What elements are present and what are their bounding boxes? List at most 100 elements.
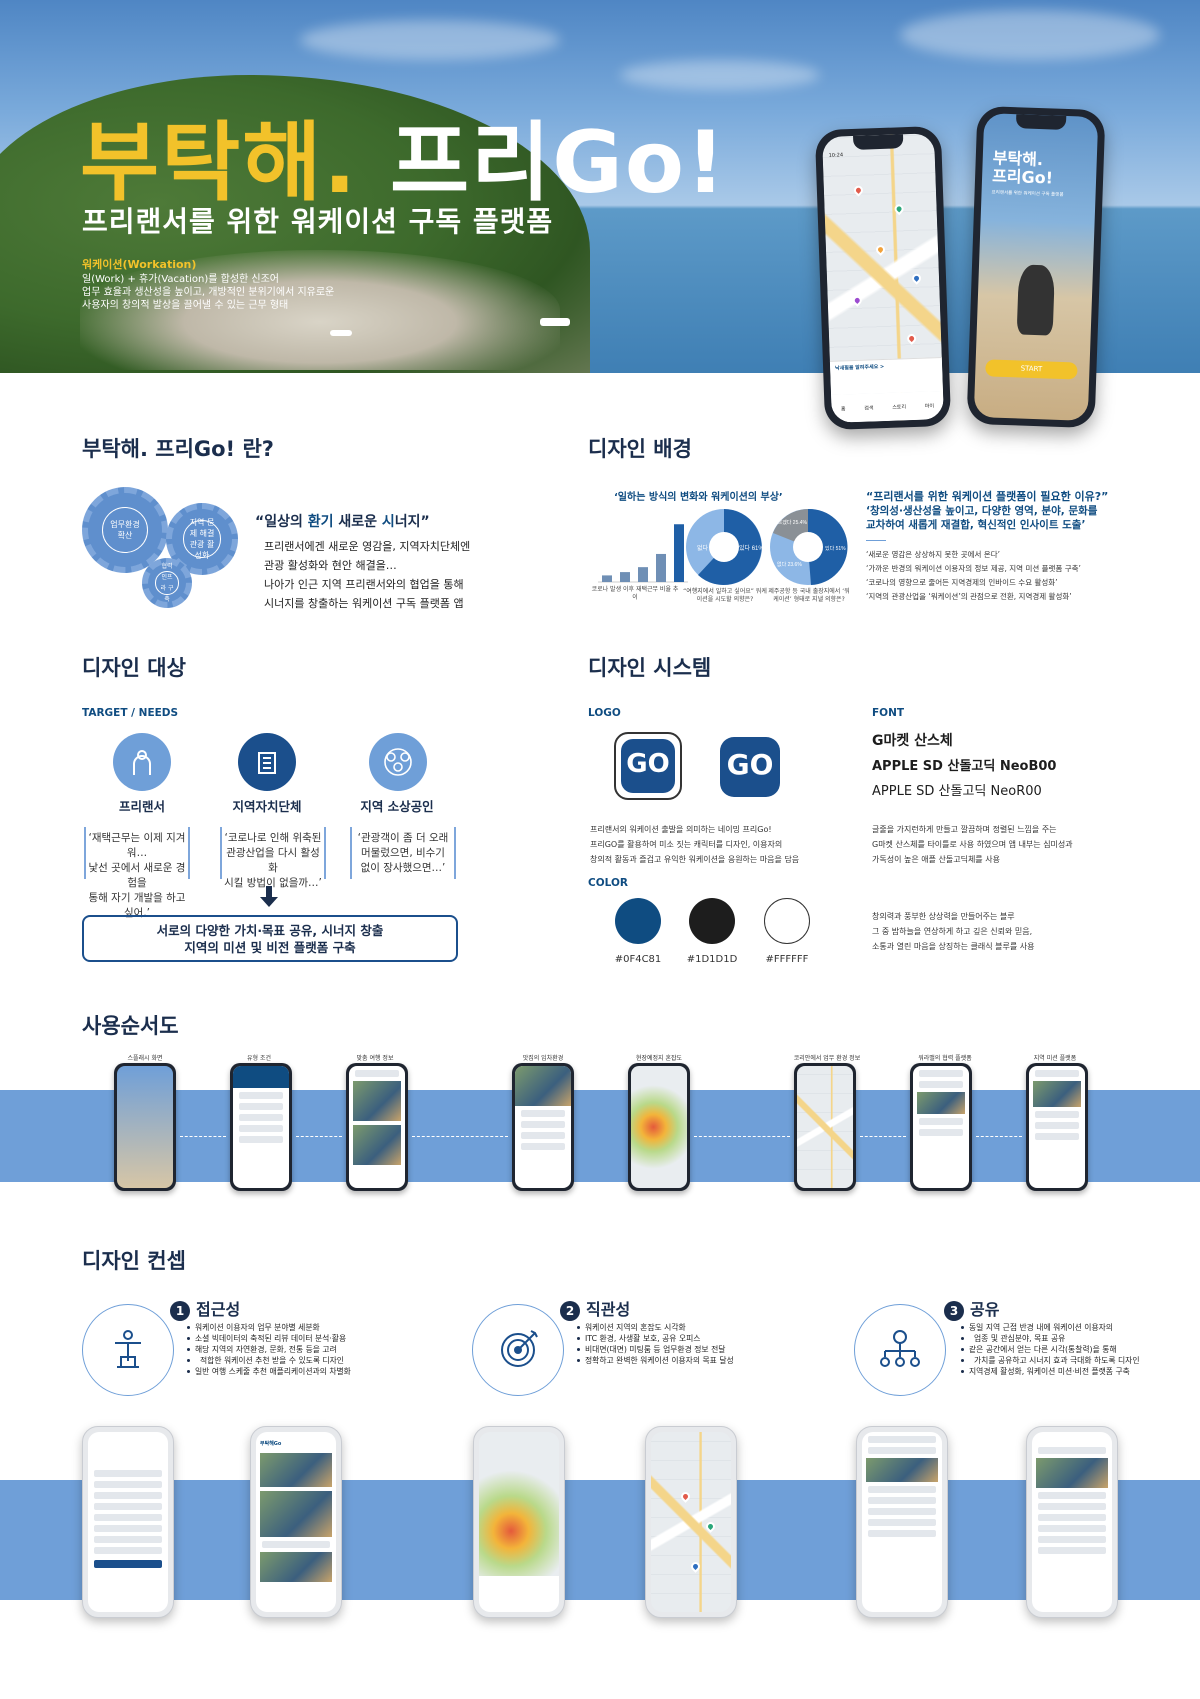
pie2-label: 없다 23.6%: [777, 561, 802, 568]
background-heading: 디자인 배경: [588, 437, 692, 461]
nav-home[interactable]: 홈: [841, 405, 846, 412]
merchants-icon: [369, 733, 427, 791]
concept-screen: 어떤 스타일의 워케이션을 계획하시나요?: [82, 1426, 174, 1618]
concept-band: [0, 1480, 1200, 1600]
flow-caption: 맛집의 임차환경: [522, 1055, 564, 1062]
chart-caption: 코로나 발생 이후 재택근무 비율 추이: [591, 586, 679, 601]
splash-title-2: 프리Go!: [991, 166, 1054, 188]
chart-bar: [638, 567, 648, 582]
font-sample-1: G마켓 산스체: [872, 733, 953, 749]
concept-bullets: 워케이션 지역의 혼잡도 시각화 ITC 환경, 사생활 보호, 공유 오피스 비대…: [576, 1322, 734, 1366]
flow-heading: 사용순서도: [82, 1014, 179, 1038]
needs-quote: ‘관광객이 좀 더 오래 머물렀으면, 비수기 없이 장사했으면…’: [350, 827, 456, 879]
flow-screen: [114, 1063, 176, 1191]
chart-caption: “여행지에서 일하고 싶어요” 워케이션을 시도할 의향은?: [683, 588, 767, 603]
flow-screen: [794, 1063, 856, 1191]
person-image: [1016, 264, 1056, 336]
color-hex: #0F4C81: [614, 954, 662, 965]
target-label: 지역 소상공인: [360, 799, 434, 814]
flow-screen: [512, 1063, 574, 1191]
needs-quote: ‘코로나로 인해 위축된 관광산업을 다시 활성화 시킬 방법이 없을까…’: [220, 827, 326, 889]
font-desc: 글줄을 가지런하게 만들고 깔끔하며 정렬된 느낌을 주는 G마켓 산스체를 타이…: [872, 825, 1073, 864]
flow-caption: 스플래시 화면: [127, 1055, 163, 1062]
pie1-label: 있다 61%: [739, 544, 764, 552]
hero-phone-splash: 부탁해. 프리Go! 프리랜서를 위한 워케이션 구독 플랫폼 START: [966, 105, 1106, 429]
concept-title: 2 직관성: [560, 1296, 630, 1321]
nav-search[interactable]: 검색: [864, 404, 873, 411]
pie2-label: 모르겠다 25.4%: [773, 519, 808, 526]
main-title: 부탁해. 프리Go!: [80, 92, 727, 217]
chart-caption: 제주공항 등 국내 출장지에서 ‘워케이션’ 형태로 지낼 의향은?: [768, 588, 850, 603]
concept-screen: 부탁해Go: [250, 1426, 342, 1618]
nav-my[interactable]: 마이: [925, 402, 934, 409]
pie2-label: 있다 51%: [825, 545, 846, 552]
logo-label: LOGO: [588, 707, 621, 719]
target-icon: [472, 1304, 564, 1396]
gear-label: 지역 문제 해결 관광 활성화: [183, 518, 221, 560]
color-swatch: [764, 898, 810, 944]
flow-screen: [910, 1063, 972, 1191]
background-chart-title: ‘일하는 방식의 변화와 워케이션의 부상’: [614, 492, 783, 503]
concept-screen: [645, 1426, 737, 1618]
pie-chart-1: 없다 39% 있다 61%: [686, 509, 764, 585]
title-yellow: 부탁해.: [80, 113, 359, 213]
chart-bar: [620, 572, 630, 582]
accessibility-icon: [82, 1304, 174, 1396]
concept-bullets: 동일 지역 근접 반경 내에 워케이션 이용자의 업종 및 관심분야, 목표 공유…: [960, 1322, 1140, 1377]
workation-line: 일(Work) + 휴가(Vacation)를 합성한 신조어: [82, 274, 279, 285]
color-hex: #FFFFFF: [765, 954, 809, 965]
arrow-down-icon: [260, 886, 278, 907]
workation-title: 워케이션(Workation): [82, 258, 197, 271]
map-screen: 10:24 낙새필을 알려주세요 > 홈 검색 스토리 마이: [822, 133, 944, 423]
map-bottom-title: 낙새필을 알려주세요 >: [835, 364, 885, 372]
chart-bar: [656, 553, 666, 582]
pie1-label: 없다 39%: [697, 544, 722, 552]
concept-screen: [856, 1426, 948, 1618]
about-quote: “일상의 환기 새로운 시너지”: [255, 514, 430, 530]
flow-caption: 지역 미션 플랫폼: [1033, 1055, 1077, 1062]
logo-desc: 프리랜서의 워케이션 출발을 의미하는 네이밍 프리Go! 프리GO를 활용하여 …: [590, 825, 800, 864]
reason-title: “프리랜서를 위한 워케이션 플랫폼이 필요한 이유?”: [866, 490, 1109, 503]
target-label: 지역자치단체: [232, 799, 302, 814]
flow-caption: 워라밸의 협력 플랫폼: [918, 1055, 972, 1062]
concept-title: 1 접근성: [170, 1296, 240, 1321]
flow-screen: [230, 1063, 292, 1191]
target-label: 프리랜서: [118, 799, 165, 814]
phone-time: 10:24: [828, 152, 844, 159]
color-swatch: [689, 898, 735, 944]
pie-chart-2: 모르겠다 25.4% 없다 23.6% 있다 51%: [770, 508, 848, 585]
concept-screen: 사용자 정보: [1026, 1426, 1118, 1618]
font-sample-3: APPLE SD 산돌고딕 NeoR00: [872, 784, 1042, 799]
flow-screen: [1026, 1063, 1088, 1191]
flow-screen: [628, 1063, 690, 1191]
concept-screen: [473, 1426, 565, 1618]
about-heading: 부탁해. 프리Go! 란?: [82, 437, 274, 461]
reason-sub: ‘창의성·생산성을 높이고, 다양한 영역, 분야, 문화를 교차하여 새롭게 재…: [866, 505, 1098, 531]
start-button[interactable]: START: [985, 359, 1078, 380]
nav-story[interactable]: 스토리: [892, 403, 906, 410]
target-result-box: 서로의 다양한 가치·목표 공유, 시너지 창출 지역의 미션 및 비전 플랫폼 …: [82, 915, 458, 962]
hero-phone-map: 10:24 낙새필을 알려주세요 > 홈 검색 스토리 마이: [814, 125, 952, 431]
concept-title: 3 공유: [944, 1296, 999, 1321]
color-hex: #1D1D1D: [686, 954, 738, 965]
workation-line: 업무 효율과 생산성을 높이고, 개방적인 분위기에서 지유로운: [82, 287, 335, 298]
color-label: COLOR: [588, 877, 628, 889]
flow-caption: 현장예정지 혼잡도: [635, 1055, 683, 1062]
network-icon: [854, 1304, 946, 1396]
flow-caption: 맞춤 여행 정보: [356, 1055, 394, 1062]
flow-caption: 코리안에서 업무 환경 정보: [793, 1055, 861, 1062]
about-body: 프리랜서에겐 새로운 영감을, 지역자치단체엔 관광 활성화와 현안 해결을… 나아…: [264, 540, 471, 610]
logo-mark-filled: GO: [720, 737, 780, 797]
gear-label: 업무환경 확산: [102, 507, 148, 553]
logo-outline: GO: [614, 732, 682, 800]
government-icon: [238, 733, 296, 791]
gear-icon: 협력 인프라 구축: [142, 558, 192, 608]
splash-screen: 부탁해. 프리Go! 프리랜서를 위한 워케이션 구독 플랫폼 START: [973, 113, 1099, 421]
telework-bar-chart: [598, 524, 688, 583]
target-heading: 디자인 대상: [82, 656, 186, 680]
gear-label: 협력 인프라 구축: [155, 563, 179, 603]
workation-line: 사용자의 창의적 발상을 끌어낼 수 있는 근무 형태: [82, 300, 289, 311]
hero-subtitle: 프리랜서를 위한 워케이션 구독 플랫폼: [82, 205, 554, 238]
color-desc: 창의력과 풍부한 상상력을 만들어주는 블루 그 중 밤하늘을 연상하게 하고 깊…: [872, 912, 1035, 951]
flow-screen: [346, 1063, 408, 1191]
